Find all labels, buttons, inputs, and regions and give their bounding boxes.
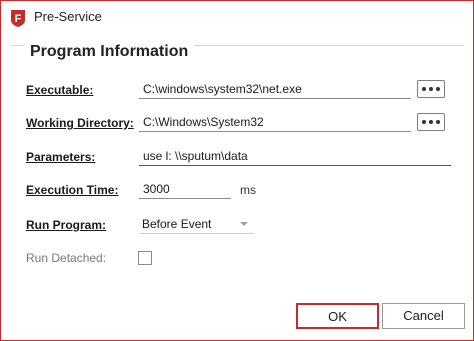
app-logo-icon: F [11,10,25,27]
ellipsis-icon [422,87,426,91]
execution-time-label: Execution Time: [26,183,119,197]
title-bar: F Pre-Service [1,1,473,35]
chevron-down-icon [240,222,248,226]
executable-input[interactable]: C:\windows\system32\net.exe [139,79,411,99]
execution-time-unit: ms [240,183,256,197]
working-directory-input[interactable]: C:\Windows\System32 [139,112,411,132]
run-program-label: Run Program: [26,218,107,232]
parameters-label: Parameters: [26,150,96,164]
run-program-value: Before Event [142,217,212,231]
ellipsis-icon [422,120,426,124]
svg-text:F: F [15,13,22,25]
pre-service-dialog: F Pre-Service Program Information Execut… [0,0,474,341]
section-title: Program Information [24,43,195,61]
executable-label: Executable: [26,83,94,97]
browse-executable-button[interactable] [417,80,445,98]
run-detached-label: Run Detached: [26,251,107,265]
browse-working-directory-button[interactable] [417,113,445,131]
window-title: Pre-Service [34,9,102,24]
run-program-select[interactable]: Before Event [139,214,254,234]
ok-button[interactable]: OK [296,303,379,329]
cancel-button[interactable]: Cancel [382,303,465,329]
execution-time-input[interactable]: 3000 [139,179,231,199]
run-detached-checkbox[interactable] [138,251,152,265]
parameters-input[interactable]: use l: \\sputum\data [139,146,451,166]
working-directory-label: Working Directory: [26,116,134,130]
